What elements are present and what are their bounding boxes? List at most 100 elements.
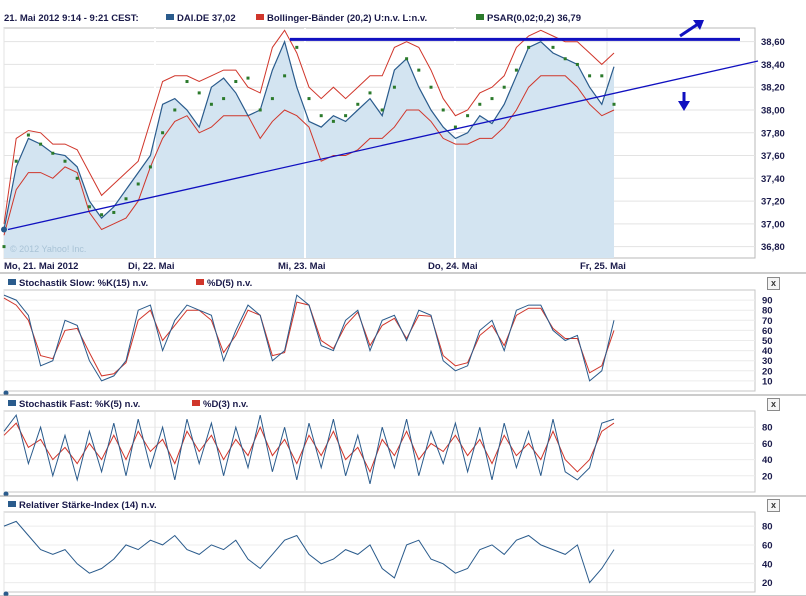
main-x-tick-label: Mi, 23. Mai — [278, 261, 326, 272]
main-y-tick-label: 36,80 — [761, 242, 785, 253]
stoch-slow-d-label: %D(5) n.v. — [207, 278, 253, 289]
indicator-y-tick-label: 20 — [762, 578, 773, 589]
main-x-tick-label: Mo, 21. Mai 2012 — [4, 261, 78, 272]
psar-dot — [295, 45, 299, 49]
rsi-swatch — [8, 501, 16, 507]
header-bollinger-label: Bollinger-Bänder (20,2) U:n.v. L:n.v. — [267, 13, 428, 24]
indicator-y-tick-label: 60 — [762, 326, 773, 337]
indicator-y-tick-label: 80 — [762, 306, 773, 317]
psar-dot — [514, 68, 518, 72]
psar-dot — [502, 85, 506, 89]
indicator-y-tick-label: 90 — [762, 296, 773, 307]
psar-dot — [63, 159, 67, 163]
main-y-tick-label: 37,60 — [761, 151, 785, 162]
psar-dot — [87, 205, 91, 209]
psar-dot — [612, 102, 616, 106]
main-y-tick-label: 38,20 — [761, 83, 785, 94]
main-x-tick-label: Di, 22. Mai — [128, 261, 174, 272]
header-psar: PSAR(0,02;0,2) 36,79 — [476, 13, 581, 24]
stoch-fast-k-swatch — [8, 400, 16, 406]
psar-dot — [14, 159, 18, 163]
psar-dot — [441, 108, 445, 112]
psar-dot — [344, 114, 348, 118]
indicator-frame — [3, 410, 756, 493]
psar-dot — [51, 151, 55, 155]
main-y-tick-label: 37,40 — [761, 174, 785, 185]
main-x-tick-label: Do, 24. Mai — [428, 261, 478, 272]
main-x-tick-label: Fr, 25. Mai — [580, 261, 626, 272]
stoch-slow-k-swatch — [8, 279, 16, 285]
chart-window: { "header": { "time_range": "21. Mai 201… — [0, 0, 806, 596]
psar-dot — [588, 74, 592, 78]
psar-dot — [380, 108, 384, 112]
psar-dot — [100, 213, 104, 217]
stoch-fast-close-button[interactable]: x — [767, 398, 780, 411]
rsi-header: Relativer Stärke-Index (14) n.v. — [8, 500, 157, 511]
indicator-y-tick-label: 20 — [762, 471, 773, 482]
main-y-tick-label: 38,00 — [761, 105, 785, 116]
psar-dot — [39, 142, 43, 146]
psar-dot — [246, 76, 250, 80]
psar-dot — [222, 97, 226, 101]
header-instrument: DAI.DE 37,02 — [166, 13, 236, 24]
psar-dot — [392, 85, 396, 89]
psar-dot — [112, 210, 116, 214]
main-y-tick-label: 38,40 — [761, 60, 785, 71]
psar-dot — [307, 97, 311, 101]
psar-dot — [234, 80, 238, 84]
indicator-y-tick-label: 20 — [762, 366, 773, 377]
watermark: © 2012 Yahoo! Inc. — [10, 244, 87, 254]
stoch-fast-d-swatch — [192, 400, 200, 406]
stoch-slow-d-swatch — [196, 279, 204, 285]
psar-dot — [161, 131, 165, 135]
stoch-slow-d-header: %D(5) n.v. — [196, 278, 252, 289]
psar-dot — [75, 176, 79, 180]
main-y-tick-label: 38,60 — [761, 37, 785, 48]
psar-dot — [26, 133, 30, 137]
psar-dot — [270, 97, 274, 101]
indicator-y-tick-label: 80 — [762, 522, 773, 533]
psar-dot — [2, 245, 6, 249]
psar-dot — [185, 80, 189, 84]
bollinger-legend-swatch — [256, 14, 264, 20]
psar-dot — [466, 114, 470, 118]
indicator-y-tick-label: 10 — [762, 376, 773, 387]
psar-dot — [356, 102, 360, 106]
stoch-fast-d-label: %D(3) n.v. — [203, 399, 249, 410]
indicator-y-tick-label: 30 — [762, 356, 773, 367]
rsi-close-button[interactable]: x — [767, 499, 780, 512]
psar-dot — [283, 74, 287, 78]
psar-dot — [173, 108, 177, 112]
psar-dot — [563, 57, 567, 61]
indicator-y-tick-label: 80 — [762, 423, 773, 434]
psar-dot — [197, 91, 201, 95]
indicator-y-tick-label: 50 — [762, 336, 773, 347]
psar-dot — [136, 182, 140, 186]
stoch-slow-close-button[interactable]: x — [767, 277, 780, 290]
stoch-slow-k-label: Stochastik Slow: %K(15) n.v. — [19, 278, 149, 289]
psar-dot — [319, 114, 323, 118]
price-legend-swatch — [166, 14, 174, 20]
indicator-frame — [3, 511, 756, 593]
psar-dot — [331, 119, 335, 123]
psar-dot — [575, 62, 579, 66]
psar-dot — [368, 91, 372, 95]
psar-dot — [490, 97, 494, 101]
indicator-y-tick-label: 40 — [762, 346, 773, 357]
indicator-y-tick-label: 70 — [762, 316, 773, 327]
psar-dot — [600, 74, 604, 78]
header-bollinger: Bollinger-Bänder (20,2) U:n.v. L:n.v. — [256, 13, 427, 24]
psar-dot — [478, 102, 482, 106]
indicator-y-tick-label: 40 — [762, 455, 773, 466]
stoch-slow-header: Stochastik Slow: %K(15) n.v. — [8, 278, 148, 289]
stoch-fast-k-label: Stochastik Fast: %K(5) n.v. — [19, 399, 141, 410]
header-psar-label: PSAR(0,02;0,2) 36,79 — [487, 13, 581, 24]
psar-dot — [417, 68, 421, 72]
main-y-tick-label: 37,00 — [761, 219, 785, 230]
indicator-y-tick-label: 60 — [762, 540, 773, 551]
header-time-range: 21. Mai 2012 9:14 - 9:21 CEST: — [4, 13, 139, 24]
psar-dot — [209, 102, 213, 106]
psar-dot — [148, 165, 152, 169]
psar-dot — [429, 85, 433, 89]
rsi-label: Relativer Stärke-Index (14) n.v. — [19, 500, 157, 511]
